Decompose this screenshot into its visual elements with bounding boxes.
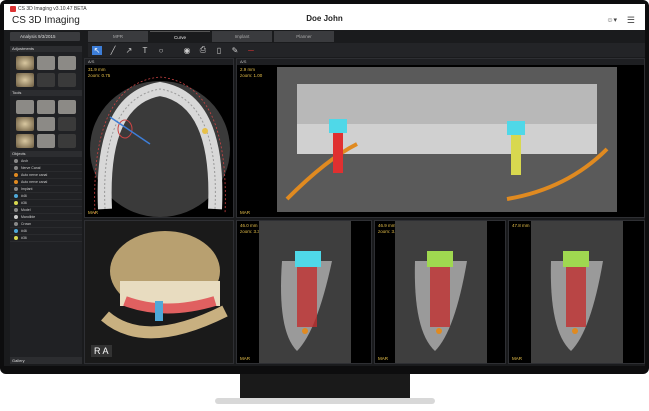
axial-image <box>90 76 230 217</box>
object-label: #36 <box>21 200 27 205</box>
monitor-stand <box>240 374 410 398</box>
object-label: #46 <box>21 193 27 198</box>
tool-thumb[interactable] <box>16 117 34 131</box>
line-tool-icon[interactable]: ╱ <box>108 46 118 55</box>
xs3-mar: MAR <box>512 356 522 361</box>
adjust-thumb[interactable] <box>16 73 34 87</box>
object-label: Nerve Canal <box>21 165 41 170</box>
tab-mpr[interactable]: MPR <box>88 31 148 42</box>
analysis-selector[interactable]: Analysis 9/3/2015 <box>10 32 80 41</box>
cross-section-view-2[interactable]: 46.9 mm zoom: 3.30 MAR <box>374 220 506 364</box>
object-label: Auto nerve canal <box>21 179 48 184</box>
color-line-icon[interactable]: ─ <box>246 46 256 55</box>
arrow-tool-icon[interactable]: ↗ <box>124 46 134 55</box>
workflow-tabs: MPR Curve Implant Planner <box>88 31 334 42</box>
tool-thumbnails <box>10 97 82 151</box>
cross-section-view-1[interactable]: 46.0 mm zoom: 3.30 MAR <box>236 220 372 364</box>
monitor-bezel: CS 3D Imaging v3.10.47 BETA CS 3D Imagin… <box>0 0 649 374</box>
visibility-eye-icon[interactable] <box>14 180 18 184</box>
xs2-image <box>395 221 487 363</box>
object-label: Crown <box>21 221 32 226</box>
cross-section-view-3[interactable]: 47.8 mm MAR <box>508 220 645 364</box>
visibility-eye-icon[interactable] <box>14 194 18 198</box>
model-3d-view[interactable]: R A <box>84 220 234 364</box>
adjustments-header[interactable]: Adjustments <box>10 46 82 52</box>
object-label: #46 <box>21 228 27 233</box>
circle-tool-icon[interactable]: ○ <box>156 46 166 55</box>
object-label: Mandible <box>21 214 36 219</box>
left-panel: Adjustments Tools Objects Arch Nerve Can… <box>10 46 82 364</box>
visibility-eye-icon[interactable] <box>14 229 18 233</box>
visibility-eye-icon[interactable] <box>14 222 18 226</box>
print-icon[interactable]: ⎙ <box>198 45 208 55</box>
visibility-eye-icon[interactable] <box>14 166 18 170</box>
visibility-eye-icon[interactable] <box>14 208 18 212</box>
tool-thumb[interactable] <box>58 100 76 114</box>
pano-mar: MAR <box>240 210 250 215</box>
object-label: Arch <box>21 158 29 163</box>
xs1-mar: MAR <box>240 356 250 361</box>
title-bar: CS 3D Imaging v3.10.47 BETA CS 3D Imagin… <box>4 4 645 30</box>
toolbar: ↖ ╱ ↗ T ○ ◉ ⎙ ▯ ✎ ─ <box>88 43 645 57</box>
tools-header[interactable]: Tools <box>10 90 82 96</box>
object-label: #36 <box>21 235 27 240</box>
object-label: Model <box>21 207 31 212</box>
axial-view[interactable]: A/S 31.9 mm zoom: 0.75 MAR <box>84 58 234 218</box>
visibility-eye-icon[interactable] <box>14 201 18 205</box>
object-label: Implant <box>21 186 33 191</box>
app-version-title: CS 3D Imaging v3.10.47 BETA <box>18 6 87 12</box>
text-tool-icon[interactable]: T <box>140 46 150 55</box>
axial-mar: MAR <box>88 210 98 215</box>
tool-thumb[interactable] <box>16 134 34 148</box>
visibility-eye-icon[interactable] <box>14 173 18 177</box>
tab-curve[interactable]: Curve <box>150 31 210 42</box>
tab-planner[interactable]: Planner <box>274 31 334 42</box>
adjustment-thumbnails <box>10 53 82 90</box>
tool-thumb[interactable] <box>37 134 55 148</box>
patient-name: Doe John <box>306 14 343 23</box>
xs3-image <box>531 221 623 363</box>
adjust-thumb[interactable] <box>58 73 76 87</box>
pointer-tool-icon[interactable]: ↖ <box>92 45 102 55</box>
hamburger-menu-icon[interactable]: ☰ <box>627 15 635 26</box>
app-screen: CS 3D Imaging v3.10.47 BETA CS 3D Imagin… <box>4 4 645 366</box>
tool-thumb[interactable] <box>16 100 34 114</box>
visibility-eye-icon[interactable] <box>14 236 18 240</box>
object-label: Auto nerve canal <box>21 172 48 177</box>
xs2-mar: MAR <box>378 356 388 361</box>
marker-icon[interactable]: ✎ <box>230 46 240 55</box>
tool-thumb[interactable] <box>58 117 76 131</box>
visibility-eye-icon[interactable] <box>14 215 18 219</box>
tab-implant[interactable]: Implant <box>212 31 272 42</box>
tool-thumb[interactable] <box>37 100 55 114</box>
xs1-image <box>259 221 351 363</box>
clipboard-icon[interactable]: ▯ <box>214 46 224 55</box>
visibility-eye-icon[interactable] <box>14 159 18 163</box>
adjust-thumb[interactable] <box>37 56 55 70</box>
objects-header[interactable]: Objects <box>10 151 82 157</box>
visibility-eye-icon[interactable] <box>14 187 18 191</box>
adjust-thumb[interactable] <box>16 56 34 70</box>
panoramic-view[interactable]: A/S 2.9 mm zoom: 1.00 MAR <box>236 58 645 218</box>
tool-thumb[interactable] <box>58 134 76 148</box>
adjust-thumb[interactable] <box>58 56 76 70</box>
monitor-base <box>215 398 435 404</box>
adjust-thumb[interactable] <box>37 73 55 87</box>
app-logo-icon <box>10 6 16 12</box>
skull-model-image <box>101 231 228 339</box>
tool-thumb[interactable] <box>37 117 55 131</box>
camera-icon[interactable]: ◉ <box>182 46 192 55</box>
orientation-badge[interactable]: R A <box>91 345 112 357</box>
user-icon[interactable]: ☺▾ <box>606 16 617 24</box>
gallery-header[interactable]: Gallery <box>10 357 82 364</box>
pano-image <box>277 67 617 212</box>
object-list: Arch Nerve Canal Auto nerve canal Auto nerv… <box>10 158 82 242</box>
object-row[interactable]: #36 <box>10 235 82 242</box>
